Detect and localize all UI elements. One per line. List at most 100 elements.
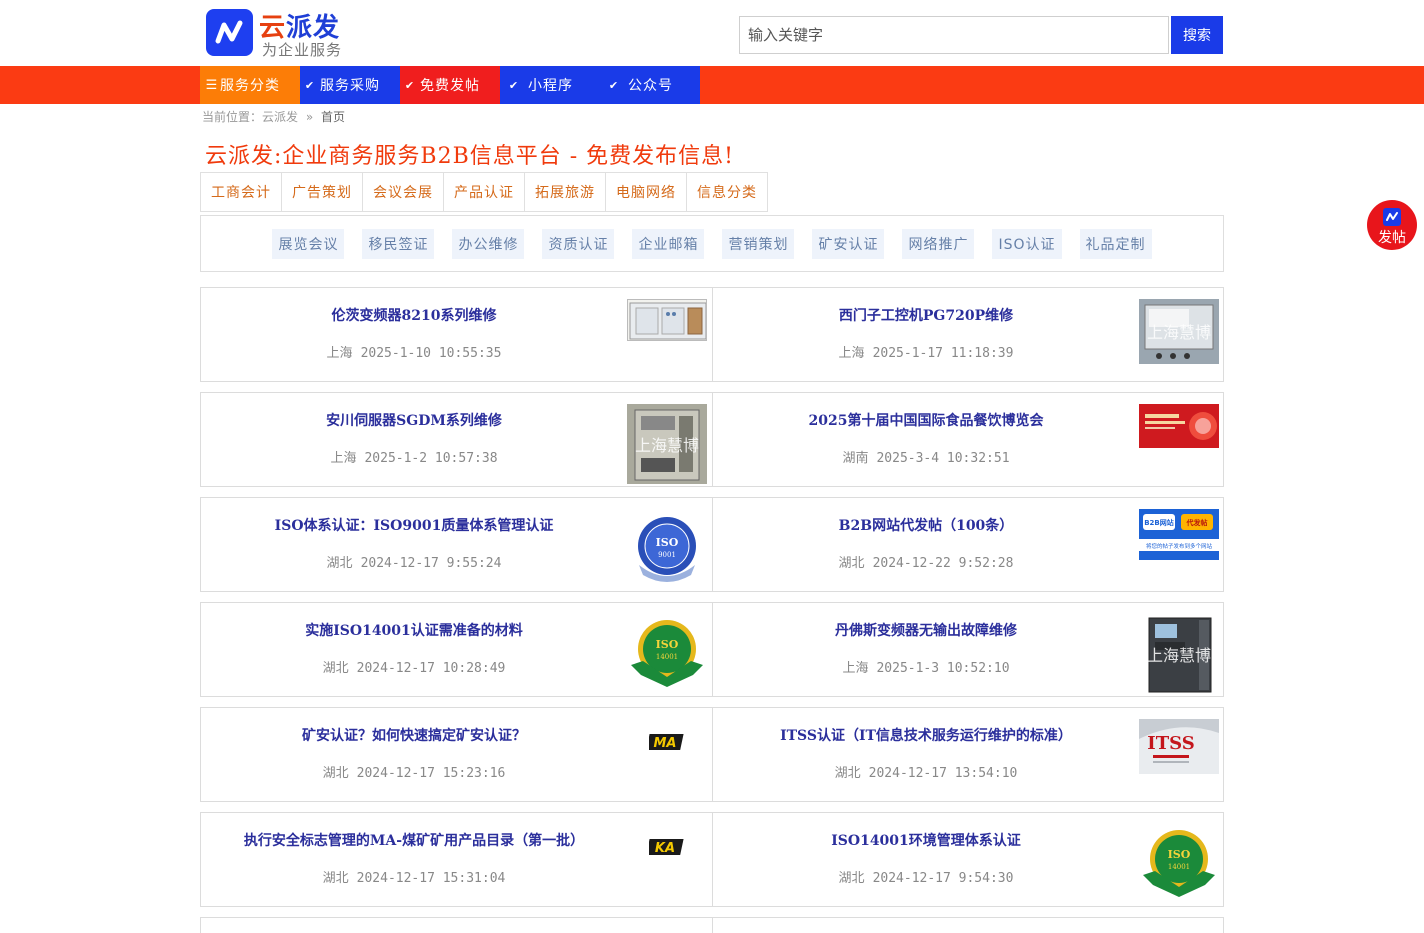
post-region: 湖北 xyxy=(838,556,865,571)
tab-computer-network[interactable]: 电脑网络 xyxy=(605,172,686,212)
tag-link[interactable]: 企业邮箱 xyxy=(632,228,705,259)
post-card[interactable]: B2B网站代发帖（100条） 湖北 2024-12-22 9:52:28 B2B网… xyxy=(712,497,1224,592)
tag-link[interactable]: ISO认证 xyxy=(992,228,1062,259)
watermark-text: 上海慧博 xyxy=(1147,646,1211,665)
logo-text: MA xyxy=(654,736,677,751)
floating-post-button[interactable]: 发帖 xyxy=(1367,200,1417,250)
post-region: 湖北 xyxy=(834,766,861,781)
iso-14001-seal-icon[interactable]: ISO 14001 xyxy=(1139,827,1219,899)
post-card[interactable]: 执行安全标志管理的MA-煤矿矿用产品目录（第一批） 湖北 2024-12-17 1… xyxy=(200,812,712,907)
post-card[interactable]: 西门子工控机PG720P维修 上海 2025-1-17 11:18:39 上海慧博 xyxy=(712,287,1224,382)
logo-icon xyxy=(1383,208,1401,226)
post-thumbnail-device-icon[interactable] xyxy=(627,299,707,341)
post-card[interactable] xyxy=(712,917,1224,933)
post-card[interactable] xyxy=(200,917,712,933)
post-title[interactable]: 矿安认证？如何快速搞定矿安认证？ xyxy=(211,725,617,745)
nav-item-official-account[interactable]: ✔ 公众号 xyxy=(600,66,700,104)
nav-item-free-post[interactable]: ✔ 免费发帖 xyxy=(400,66,500,104)
nav-item-label: 小程序 xyxy=(528,78,573,94)
post-time: 2024-12-17 15:23:16 xyxy=(356,766,506,781)
post-title[interactable]: 伦茨变频器8210系列维修 xyxy=(211,305,617,325)
tab-business-accounting[interactable]: 工商会计 xyxy=(200,172,281,212)
tab-ad-planning[interactable]: 广告策划 xyxy=(281,172,362,212)
post-thumbnail-device-icon[interactable]: 上海慧博 xyxy=(627,404,707,484)
post-card[interactable]: 实施ISO14001认证需准备的材料 湖北 2024-12-17 10:28:49… xyxy=(200,602,712,697)
post-meta: 上海 2025-1-3 10:52:10 xyxy=(723,657,1129,676)
tag-link[interactable]: 办公维修 xyxy=(452,228,525,259)
tag-link[interactable]: 移民签证 xyxy=(362,228,435,259)
post-title[interactable]: B2B网站代发帖（100条） xyxy=(723,515,1129,535)
tab-info-category[interactable]: 信息分类 xyxy=(686,172,768,212)
post-card[interactable]: 丹佛斯变频器无输出故障维修 上海 2025-1-3 10:52:10 上海慧博 xyxy=(712,602,1224,697)
ma-logo-icon[interactable]: MA xyxy=(649,732,685,752)
post-time: 2024-12-22 9:52:28 xyxy=(872,556,1014,571)
menu-icon: ☰ xyxy=(205,77,219,93)
post-card[interactable]: ISO14001环境管理体系认证 湖北 2024-12-17 9:54:30 IS… xyxy=(712,812,1224,907)
breadcrumb-prefix: 当前位置： xyxy=(202,110,263,124)
tag-link[interactable]: 展览会议 xyxy=(272,228,345,259)
logo-text: KA xyxy=(655,841,675,856)
post-card[interactable]: ITSS认证（IT信息技术服务运行维护的标准） 湖北 2024-12-17 13:… xyxy=(712,707,1224,802)
post-meta: 湖北 2024-12-17 9:55:24 xyxy=(211,552,617,571)
chevron-down-icon: ✔ xyxy=(608,78,620,92)
post-meta: 湖北 2024-12-17 15:23:16 xyxy=(211,762,617,781)
post-region: 湖北 xyxy=(322,661,349,676)
post-region: 上海 xyxy=(842,661,869,676)
post-thumbnail-expo-banner-icon[interactable] xyxy=(1139,404,1219,448)
tag-cloud: 展览会议 移民签证 办公维修 资质认证 企业邮箱 营销策划 矿安认证 网络推广 … xyxy=(200,215,1224,272)
nav-item-label: 免费发帖 xyxy=(420,78,480,94)
itss-logo-icon[interactable]: ITSS xyxy=(1139,719,1219,774)
logo-icon[interactable] xyxy=(206,9,253,56)
post-title[interactable]: 实施ISO14001认证需准备的材料 xyxy=(211,620,617,640)
nav-item-service-purchase[interactable]: ✔ 服务采购 xyxy=(300,66,400,104)
breadcrumb-site-link[interactable]: 云派发 xyxy=(262,110,298,124)
post-meta: 上海 2025-1-2 10:57:38 xyxy=(211,447,617,466)
post-card[interactable]: 2025第十届中国国际食品餐饮博览会 湖南 2025-3-4 10:32:51 xyxy=(712,392,1224,487)
tab-travel[interactable]: 拓展旅游 xyxy=(524,172,605,212)
tag-link[interactable]: 营销策划 xyxy=(722,228,795,259)
search-button[interactable]: 搜索 xyxy=(1171,16,1223,54)
tab-product-cert[interactable]: 产品认证 xyxy=(443,172,524,212)
post-region: 湖北 xyxy=(322,766,349,781)
post-title[interactable]: 2025第十届中国国际食品餐饮博览会 xyxy=(723,410,1129,430)
search-input[interactable] xyxy=(739,16,1169,54)
tab-conference[interactable]: 会议会展 xyxy=(362,172,443,212)
chevron-down-icon: ✔ xyxy=(508,78,520,92)
post-time: 2024-12-17 9:54:30 xyxy=(872,871,1014,886)
seal-sub: 14001 xyxy=(656,653,678,661)
logo-text: ITSS xyxy=(1147,733,1194,754)
tag-link[interactable]: 资质认证 xyxy=(542,228,615,259)
post-card[interactable]: 安川伺服器SGDM系列维修 上海 2025-1-2 10:57:38 上海慧博 xyxy=(200,392,712,487)
nav-item-service-category[interactable]: ☰ 服务分类 xyxy=(200,66,300,104)
seal-text: ISO xyxy=(1168,848,1191,861)
iso-9001-seal-icon[interactable]: ISO 9001 xyxy=(631,513,703,585)
post-title[interactable]: 西门子工控机PG720P维修 xyxy=(723,305,1129,325)
page-title: 云派发:企业商务服务B2B信息平台 - 免费发布信息! xyxy=(205,144,735,169)
post-time: 2025-1-17 11:18:39 xyxy=(872,346,1014,361)
brand-slogan: 为企业服务 xyxy=(262,41,343,59)
post-thumbnail-device-icon[interactable]: 上海慧博 xyxy=(1139,614,1219,694)
nav-item-label: 公众号 xyxy=(628,78,673,94)
post-title[interactable]: 执行安全标志管理的MA-煤矿矿用产品目录（第一批） xyxy=(211,830,617,850)
post-title[interactable]: ISO14001环境管理体系认证 xyxy=(723,830,1129,850)
post-thumbnail-b2b-banner-icon[interactable]: B2B网站 代发帖 将您的帖子发布到多个网站 xyxy=(1139,509,1219,560)
tag-link[interactable]: 矿安认证 xyxy=(812,228,885,259)
tag-link[interactable]: 网络推广 xyxy=(902,228,975,259)
iso-14001-seal-icon[interactable]: ISO 14001 xyxy=(627,617,707,689)
ka-logo-icon[interactable]: KA xyxy=(649,837,685,857)
post-card[interactable]: 伦茨变频器8210系列维修 上海 2025-1-10 10:55:35 xyxy=(200,287,712,382)
nav-item-mini-program[interactable]: ✔ 小程序 xyxy=(500,66,600,104)
post-meta: 湖北 2024-12-22 9:52:28 xyxy=(723,552,1129,571)
post-title[interactable]: 安川伺服器SGDM系列维修 xyxy=(211,410,617,430)
post-time: 2024-12-17 9:55:24 xyxy=(360,556,502,571)
chevron-down-icon: ✔ xyxy=(404,78,416,92)
post-title[interactable]: ISO体系认证：ISO9001质量体系管理认证 xyxy=(211,515,617,535)
post-card[interactable]: ISO体系认证：ISO9001质量体系管理认证 湖北 2024-12-17 9:5… xyxy=(200,497,712,592)
tag-link[interactable]: 礼品定制 xyxy=(1079,228,1152,259)
watermark-text: 上海慧博 xyxy=(635,436,699,455)
post-card[interactable]: 矿安认证？如何快速搞定矿安认证？ 湖北 2024-12-17 15:23:16 M… xyxy=(200,707,712,802)
post-thumbnail-device-icon[interactable]: 上海慧博 xyxy=(1139,299,1219,364)
post-title[interactable]: ITSS认证（IT信息技术服务运行维护的标准） xyxy=(723,725,1129,745)
post-title[interactable]: 丹佛斯变频器无输出故障维修 xyxy=(723,620,1129,640)
post-meta: 湖北 2024-12-17 13:54:10 xyxy=(723,762,1129,781)
